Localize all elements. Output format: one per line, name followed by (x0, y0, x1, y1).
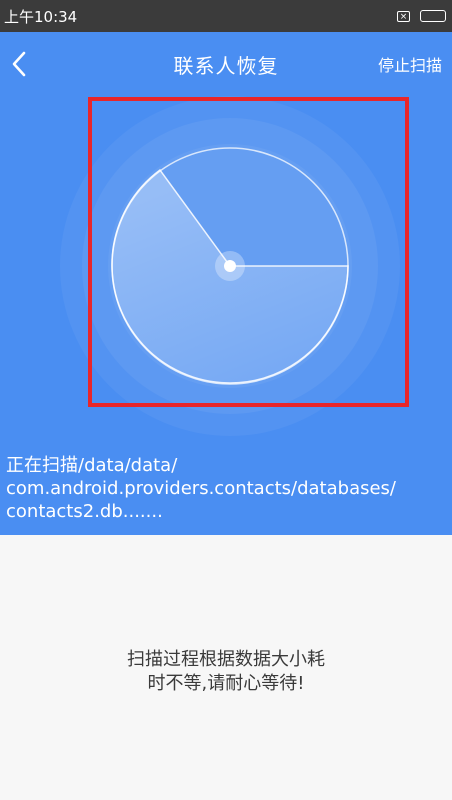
wait-hint: 扫描过程根据数据大小耗 时不等,请耐心等待! (0, 648, 452, 696)
message-x-icon: × (397, 10, 410, 22)
scan-path-line: 正在扫描/data/data/ (6, 455, 178, 476)
scan-path-line: contacts2.db....... (6, 501, 163, 522)
status-time: 上午10:34 (4, 7, 78, 26)
radar-center-dot (224, 260, 236, 272)
battery-icon (420, 10, 446, 22)
app-bar: 联系人恢复 停止扫描 (0, 32, 452, 96)
hint-line: 扫描过程根据数据大小耗 (127, 649, 325, 670)
status-icons: × (397, 10, 446, 22)
stop-scan-button[interactable]: 停止扫描 (378, 52, 442, 76)
scan-path-line: com.android.providers.contacts/databases… (6, 478, 396, 499)
screen: 上午10:34 × 联系人恢复 停止扫描 正在扫描/data/data/ com… (0, 0, 452, 800)
scan-path-text: 正在扫描/data/data/ com.android.providers.co… (6, 454, 446, 523)
hint-line: 时不等,请耐心等待! (147, 673, 305, 694)
status-bar: 上午10:34 × (0, 0, 452, 32)
scan-panel: 联系人恢复 停止扫描 正在扫描/data/data/ com.android.p… (0, 32, 452, 535)
radar-scanner-icon (60, 96, 400, 436)
